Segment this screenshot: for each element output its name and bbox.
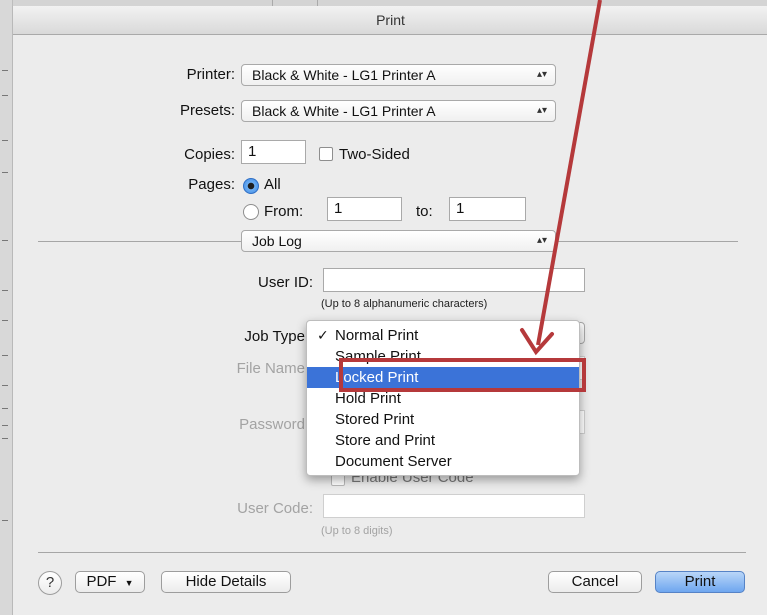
chevron-down-icon: ▼ <box>124 578 134 588</box>
user-id-hint: (Up to 8 alphanumeric characters) <box>321 298 488 310</box>
checkmark-icon: ✓ <box>317 327 329 343</box>
up-down-arrows-icon: ▴▾ <box>536 105 547 116</box>
print-dialog: Print Printer: Black & White - LG1 Print… <box>12 6 767 615</box>
pages-all-radio[interactable] <box>243 178 259 194</box>
printer-label: Printer: <box>186 66 235 83</box>
menu-item-label: Sample Print <box>335 348 421 365</box>
hide-details-button[interactable]: Hide Details <box>161 571 291 593</box>
pdf-label: PDF <box>86 573 117 590</box>
printer-value: Black & White - LG1 Printer A <box>252 67 436 83</box>
pages-from-label: From: <box>264 203 304 220</box>
cancel-button[interactable]: Cancel <box>548 571 642 593</box>
background-mark <box>2 240 8 241</box>
background-mark <box>2 95 8 96</box>
menu-item-document-server[interactable]: Document Server <box>307 451 579 472</box>
menu-item-label: Hold Print <box>335 390 401 407</box>
pdf-menu-button[interactable]: PDF ▼ <box>75 571 145 593</box>
up-down-arrows-icon: ▴▾ <box>536 235 547 246</box>
menu-item-label: Document Server <box>335 453 452 470</box>
pages-all-label: All <box>264 176 281 193</box>
pages-label: Pages: <box>188 176 235 193</box>
menu-item-store-and-print[interactable]: Store and Print <box>307 430 579 451</box>
background-mark <box>2 438 8 439</box>
presets-value: Black & White - LG1 Printer A <box>252 103 436 119</box>
menu-item-sample-print[interactable]: Sample Print <box>307 346 579 367</box>
copies-label: Copies: <box>184 146 235 163</box>
presets-label: Presets: <box>179 102 235 119</box>
user-id-field[interactable] <box>323 268 585 292</box>
menu-item-label: Store and Print <box>335 432 436 449</box>
help-button[interactable]: ? <box>38 571 62 595</box>
menu-item-normal-print[interactable]: ✓ Normal Print <box>307 325 579 346</box>
user-id-label: User ID: <box>257 274 313 291</box>
copies-field[interactable]: 1 <box>241 140 306 164</box>
dialog-title: Print <box>13 6 767 35</box>
user-code-field[interactable] <box>323 494 585 518</box>
job-type-menu: ✓ Normal Print Sample Print Locked Print… <box>306 320 580 476</box>
file-name-label: File Name <box>236 360 305 377</box>
menu-item-stored-print[interactable]: Stored Print <box>307 409 579 430</box>
two-sided-label: Two-Sided <box>339 146 410 163</box>
printer-popup[interactable]: Black & White - LG1 Printer A ▴▾ <box>241 64 556 86</box>
menu-item-locked-print[interactable]: Locked Print <box>307 367 579 388</box>
background-mark <box>2 140 8 141</box>
background-mark <box>2 408 8 409</box>
password-label: Password <box>239 416 305 433</box>
user-code-label: User Code: <box>237 500 313 517</box>
menu-item-hold-print[interactable]: Hold Print <box>307 388 579 409</box>
two-sided-checkbox[interactable] <box>319 147 333 161</box>
background-mark <box>2 290 8 291</box>
background-mark <box>2 320 8 321</box>
pages-from-field[interactable]: 1 <box>327 197 402 221</box>
section-popup-value: Job Log <box>252 233 302 249</box>
print-button[interactable]: Print <box>655 571 745 593</box>
pages-to-field[interactable]: 1 <box>449 197 526 221</box>
background-mark <box>2 385 8 386</box>
background-mark <box>2 355 8 356</box>
user-code-hint: (Up to 8 digits) <box>321 525 393 537</box>
background-mark <box>2 520 8 521</box>
footer-divider <box>38 552 746 553</box>
background-mark <box>2 70 8 71</box>
help-icon: ? <box>45 574 55 591</box>
menu-item-label: Locked Print <box>335 369 419 386</box>
up-down-arrows-icon: ▴▾ <box>536 69 547 80</box>
presets-popup[interactable]: Black & White - LG1 Printer A ▴▾ <box>241 100 556 122</box>
pages-to-label: to: <box>416 203 433 220</box>
section-popup[interactable]: Job Log ▴▾ <box>241 230 556 252</box>
menu-item-label: Stored Print <box>335 411 415 428</box>
menu-item-label: Normal Print <box>335 327 419 344</box>
pages-from-radio[interactable] <box>243 204 259 220</box>
background-mark <box>2 425 8 426</box>
background-mark <box>2 172 8 173</box>
job-type-label: Job Type <box>244 328 305 345</box>
